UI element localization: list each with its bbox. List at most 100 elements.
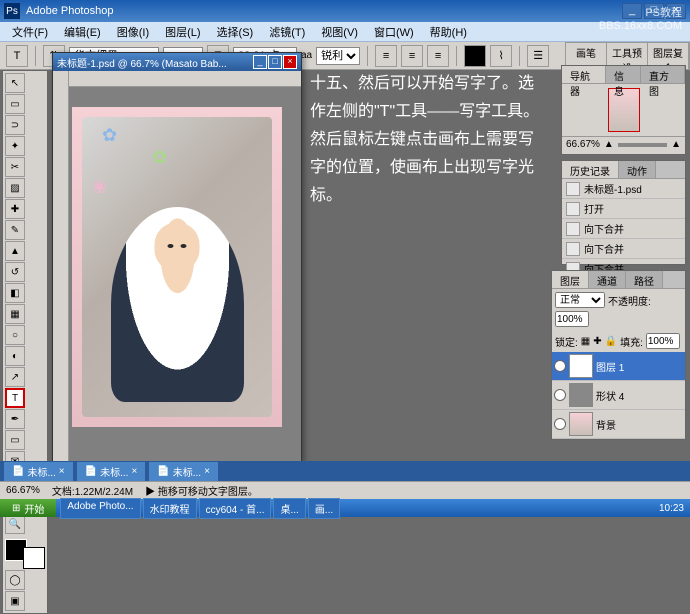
taskbar-item[interactable]: 水印教程 — [143, 498, 197, 519]
doc-close-button[interactable]: × — [283, 55, 297, 69]
history-step[interactable]: 打开 — [562, 199, 685, 219]
history-step[interactable]: 向下合并 — [562, 219, 685, 239]
marquee-tool[interactable]: ▭ — [5, 94, 25, 114]
menu-filter[interactable]: 滤镜(T) — [263, 22, 311, 42]
doc-tab[interactable]: 📄未标...× — [77, 462, 146, 481]
layer-row[interactable]: 形状 4 — [552, 381, 685, 410]
opacity-label: 不透明度: — [608, 293, 651, 308]
doc-tab[interactable]: 📄未标...× — [149, 462, 218, 481]
history-step[interactable]: 向下合并 — [562, 239, 685, 259]
text-color-swatch[interactable] — [464, 45, 486, 67]
menu-select[interactable]: 选择(S) — [211, 22, 260, 42]
tab-layers[interactable]: 图层 — [552, 271, 589, 288]
menu-edit[interactable]: 编辑(E) — [58, 22, 107, 42]
screenmode-icon[interactable]: ▣ — [5, 591, 25, 611]
warp-text-icon[interactable]: ⌇ — [490, 45, 512, 67]
system-tray[interactable]: 10:23 — [653, 503, 690, 514]
slice-tool[interactable]: ▨ — [5, 178, 25, 198]
align-right-icon[interactable]: ≡ — [427, 45, 449, 67]
blend-mode-select[interactable]: 正常 — [555, 292, 605, 308]
gradient-tool[interactable]: ▦ — [5, 304, 25, 324]
eraser-tool[interactable]: ◧ — [5, 283, 25, 303]
doc-minimize-button[interactable]: _ — [253, 55, 267, 69]
zoom-tool[interactable]: 🔍 — [5, 514, 25, 534]
heal-tool[interactable]: ✚ — [5, 199, 25, 219]
maximize-button[interactable]: □ — [644, 3, 664, 19]
brush-tool[interactable]: ✎ — [5, 220, 25, 240]
tab-history[interactable]: 历史记录 — [562, 161, 619, 178]
lock-pixels-icon[interactable]: ▦ — [581, 336, 590, 347]
windows-taskbar: ⊞ 开始 Adobe Photo... 水印教程 ccy604 - 首... 桌… — [0, 499, 690, 517]
pen-tool[interactable]: ✒ — [5, 409, 25, 429]
tab-info[interactable]: 信息 — [606, 66, 641, 83]
wand-tool[interactable]: ✦ — [5, 136, 25, 156]
move-tool[interactable]: ↖ — [5, 73, 25, 93]
menu-layer[interactable]: 图层(L) — [159, 22, 206, 42]
align-left-icon[interactable]: ≡ — [375, 45, 397, 67]
history-brush-tool[interactable]: ↺ — [5, 262, 25, 282]
menu-bar: 文件(F) 编辑(E) 图像(I) 图层(L) 选择(S) 滤镜(T) 视图(V… — [0, 22, 690, 42]
taskbar-item[interactable]: 桌... — [273, 498, 305, 519]
palette-toggle-icon[interactable]: ☰ — [527, 45, 549, 67]
document-tabs: 📄未标...× 📄未标...× 📄未标...× — [0, 461, 690, 481]
ruler-vertical[interactable] — [53, 71, 69, 461]
crop-tool[interactable]: ✂ — [5, 157, 25, 177]
zoom-out-icon[interactable]: ▲ — [604, 139, 614, 150]
background-color[interactable] — [23, 547, 45, 569]
dodge-tool[interactable]: ◐ — [5, 346, 25, 366]
layer-row[interactable]: T 图层 1 — [552, 352, 685, 381]
minimize-button[interactable]: _ — [622, 3, 642, 19]
align-center-icon[interactable]: ≡ — [401, 45, 423, 67]
menu-view[interactable]: 视图(V) — [315, 22, 364, 42]
start-button[interactable]: ⊞ 开始 — [0, 499, 56, 517]
taskbar-item[interactable]: Adobe Photo... — [60, 498, 140, 519]
toolbox: ↖ ▭ ⊃ ✦ ✂ ▨ ✚ ✎ ▲ ↺ ◧ ▦ ○ ◐ ↗ T ✒ ▭ ✉ ✐ … — [2, 70, 48, 614]
zoom-in-icon[interactable]: ▲ — [671, 139, 681, 150]
tab-paths[interactable]: 路径 — [626, 271, 663, 288]
close-button[interactable]: × — [666, 3, 686, 19]
text-tool-icon[interactable]: T — [6, 45, 28, 67]
color-swatches[interactable] — [5, 539, 45, 569]
type-tool[interactable]: T — [5, 388, 25, 408]
opacity-input[interactable] — [555, 311, 589, 327]
menu-help[interactable]: 帮助(H) — [424, 22, 473, 42]
taskbar-item[interactable]: ccy604 - 首... — [199, 498, 272, 519]
status-hint: ▶ 拖移可移动文字图层。 — [145, 483, 258, 498]
tab-histogram[interactable]: 直方图 — [641, 66, 685, 83]
menu-window[interactable]: 窗口(W) — [368, 22, 420, 42]
lock-label: 锁定: — [555, 334, 578, 349]
workspace: ↖ ▭ ⊃ ✦ ✂ ▨ ✚ ✎ ▲ ↺ ◧ ▦ ○ ◐ ↗ T ✒ ▭ ✉ ✐ … — [0, 70, 690, 481]
document-titlebar[interactable]: 未标题-1.psd @ 66.7% (Masato Bab... _ □ × — [53, 53, 301, 71]
tab-navigator[interactable]: 导航器 — [562, 66, 606, 83]
zoom-slider[interactable] — [618, 143, 667, 147]
lock-position-icon[interactable]: ✚ — [593, 336, 601, 347]
quickmask-icon[interactable]: ◯ — [5, 570, 25, 590]
canvas[interactable]: ✿ ✿ ❀ — [72, 107, 282, 427]
status-zoom[interactable]: 66.67% — [6, 485, 40, 496]
path-tool[interactable]: ↗ — [5, 367, 25, 387]
blur-tool[interactable]: ○ — [5, 325, 25, 345]
visibility-icon[interactable] — [554, 360, 566, 372]
lasso-tool[interactable]: ⊃ — [5, 115, 25, 135]
menu-file[interactable]: 文件(F) — [6, 22, 54, 42]
layer-row[interactable]: 背景 — [552, 410, 685, 439]
ruler-horizontal[interactable] — [53, 71, 301, 87]
layer-thumb — [569, 412, 593, 436]
tab-actions[interactable]: 动作 — [619, 161, 656, 178]
doc-tab[interactable]: 📄未标...× — [4, 462, 73, 481]
antialias-select[interactable]: 锐利 — [316, 47, 360, 65]
document-title: 未标题-1.psd @ 66.7% (Masato Bab... — [57, 55, 227, 70]
visibility-icon[interactable] — [554, 389, 566, 401]
taskbar-item[interactable]: 画... — [308, 498, 340, 519]
tab-channels[interactable]: 通道 — [589, 271, 626, 288]
history-snapshot[interactable]: 未标题-1.psd — [562, 179, 685, 199]
shape-tool[interactable]: ▭ — [5, 430, 25, 450]
stamp-tool[interactable]: ▲ — [5, 241, 25, 261]
menu-image[interactable]: 图像(I) — [111, 22, 155, 42]
status-docsize: 文档:1.22M/2.24M — [52, 483, 133, 498]
fill-input[interactable] — [646, 333, 680, 349]
flower-decoration-icon: ❀ — [92, 177, 107, 198]
visibility-icon[interactable] — [554, 418, 566, 430]
doc-maximize-button[interactable]: □ — [268, 55, 282, 69]
lock-all-icon[interactable]: 🔒 — [605, 336, 617, 347]
